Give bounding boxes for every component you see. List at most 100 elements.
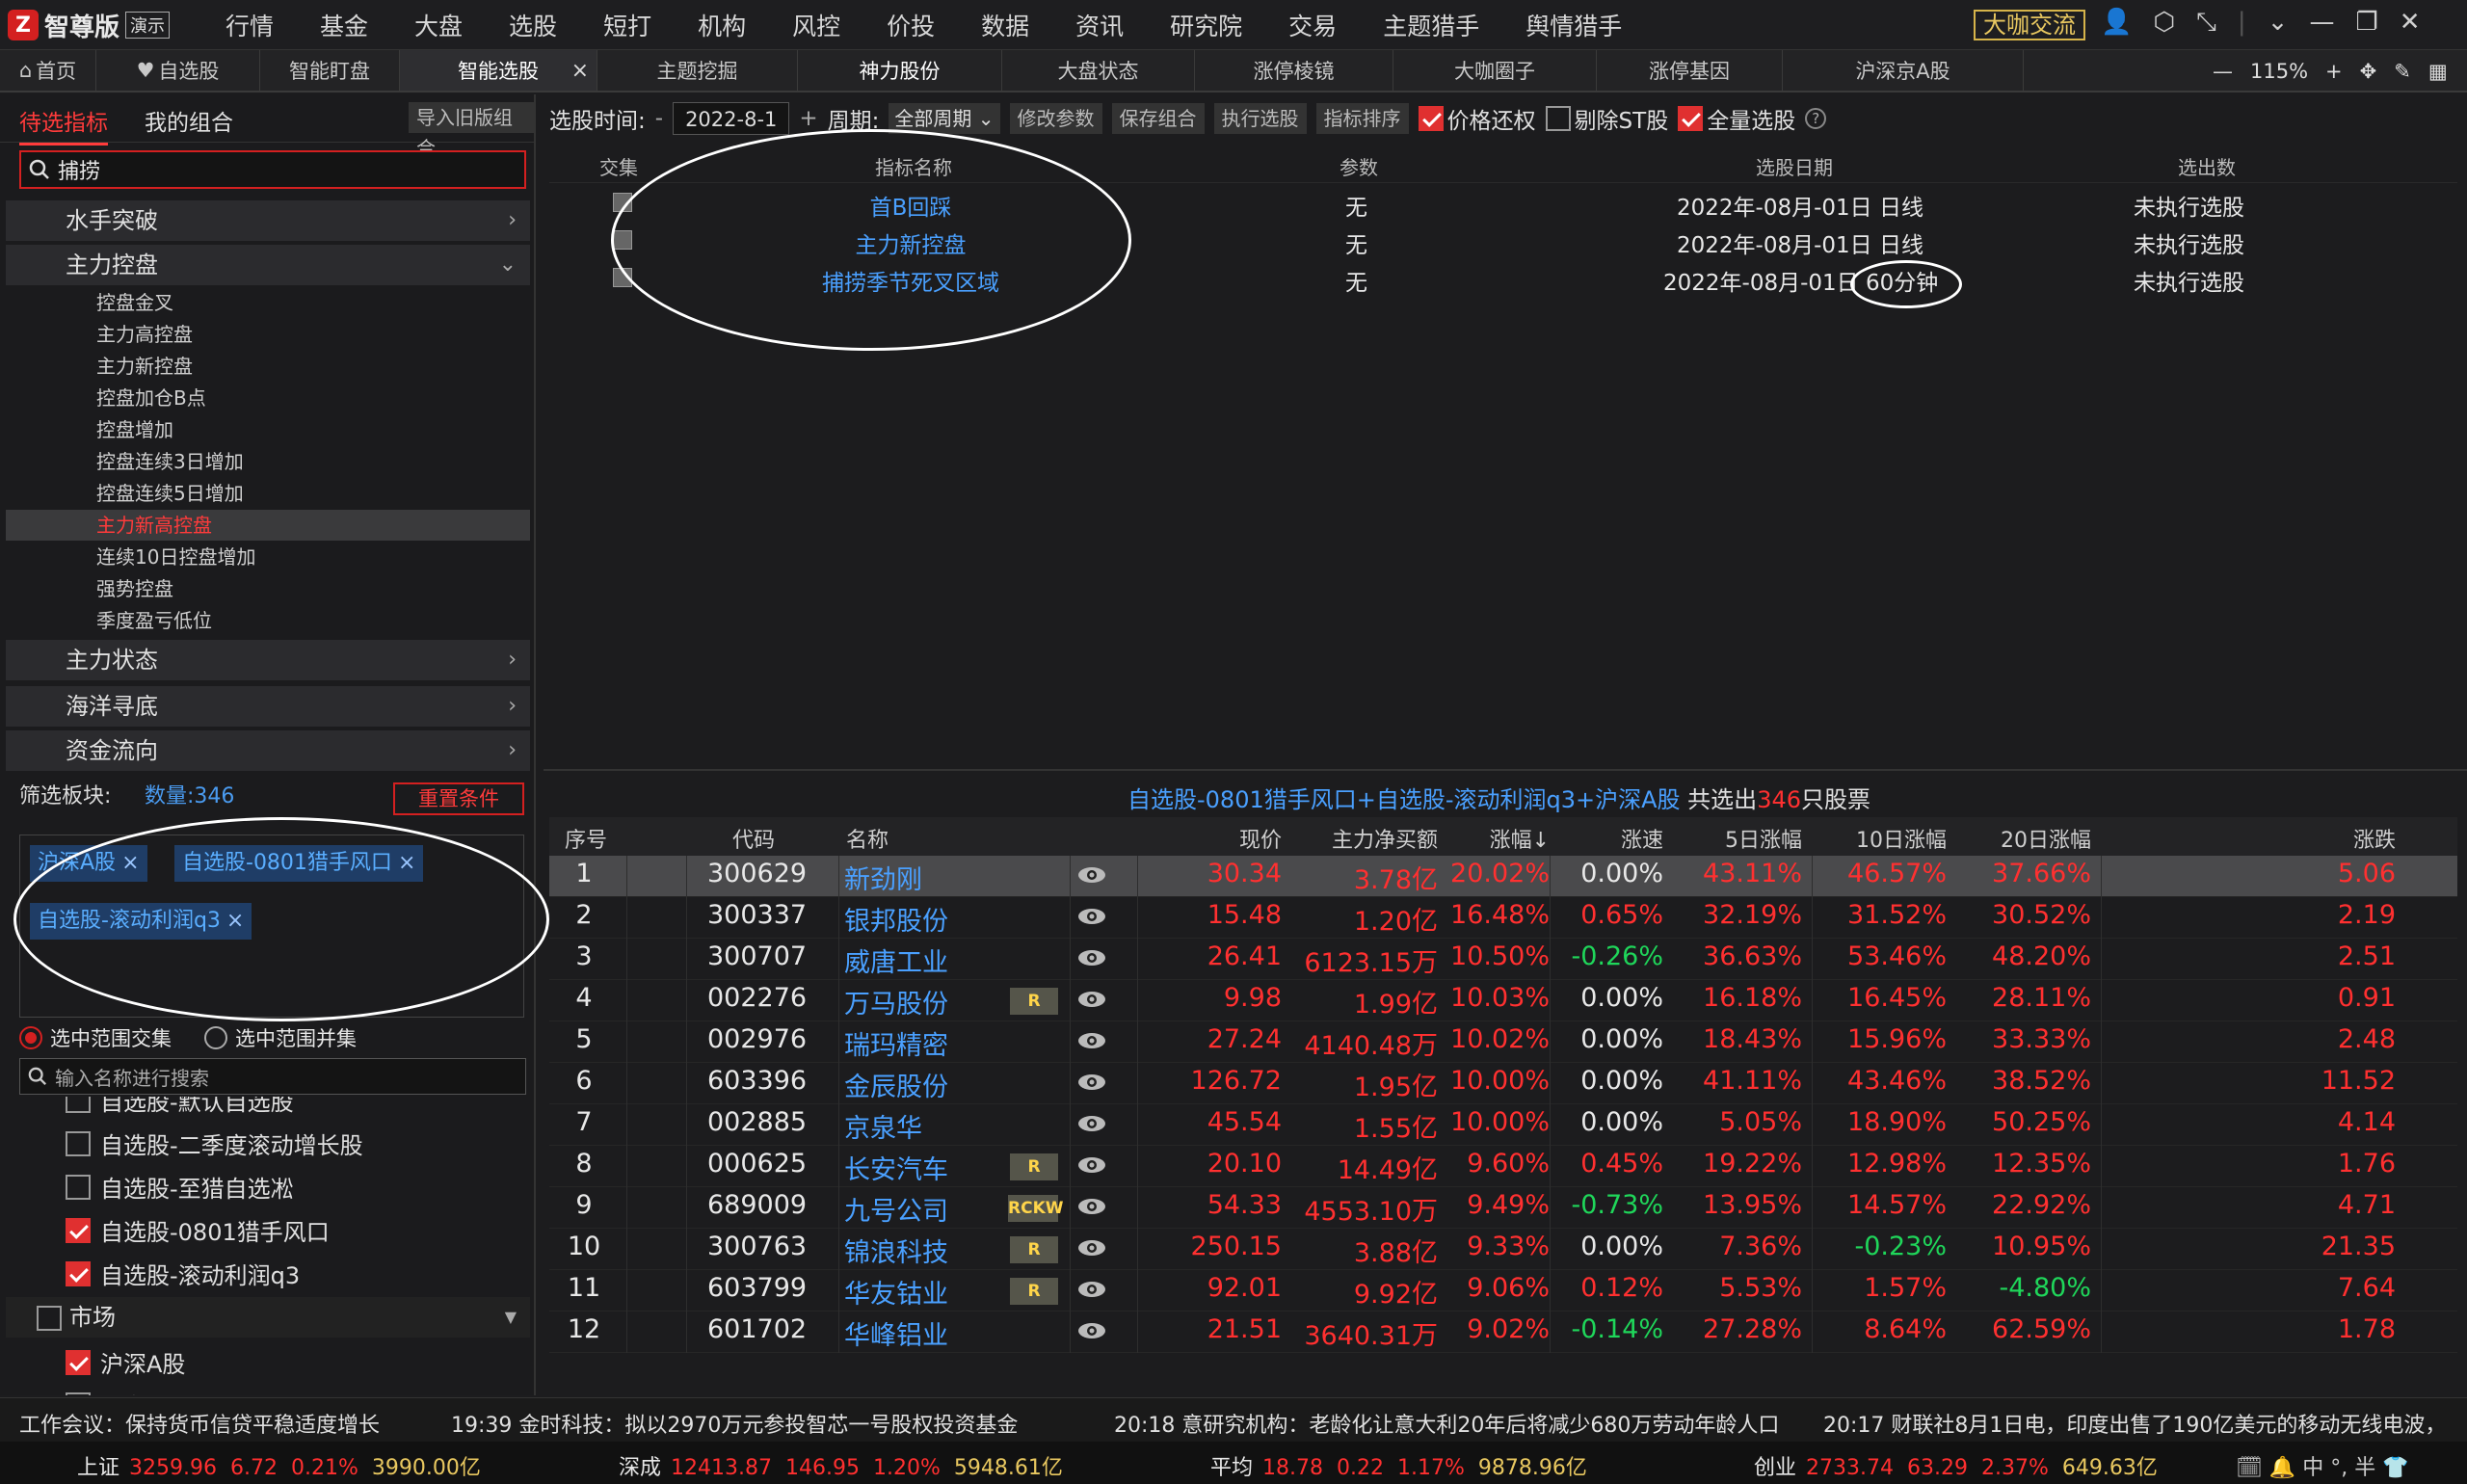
indicator-search-input[interactable]: 捕捞 (19, 150, 526, 189)
stock-name[interactable]: 京泉华 (844, 1107, 922, 1145)
category-2[interactable]: 主力状态 › (6, 640, 530, 680)
col-updown[interactable]: 涨跌 (2303, 823, 2396, 854)
menu-item[interactable]: 价投 (863, 8, 958, 42)
close-icon[interactable]: ✕ (2400, 8, 2421, 38)
eye-icon[interactable] (1077, 1238, 1106, 1258)
tab-2[interactable]: 智能盯盘 (260, 50, 400, 91)
daka-button[interactable]: 大咖交流 (1974, 10, 2085, 40)
menu-item[interactable]: 主题猎手 (1360, 8, 1502, 42)
table-row[interactable]: 2 300337 银邦股份 15.48 1.20亿 16.48% 0.65% 32.19% 31… (549, 897, 2457, 939)
stock-name[interactable]: 九号公司 (844, 1190, 948, 1228)
tab-10[interactable]: 沪深京A股 (1783, 50, 2024, 91)
sector-list-item[interactable]: 自选股-滚动利润q3 (66, 1257, 300, 1290)
col-change[interactable]: 涨幅↓ (1426, 823, 1550, 854)
col-seq[interactable]: 序号 (565, 823, 607, 854)
table-row[interactable]: 4 002276 万马股份 R 9.98 1.99亿 10.03% 0.00% 16.18% 16… (549, 980, 2457, 1021)
category-0[interactable]: 水手突破 › (6, 200, 530, 241)
table-row[interactable]: 5 002976 瑞玛精密 27.24 4140.48万 10.02% 0.00% 18.43… (549, 1021, 2457, 1063)
tab-9[interactable]: 涨停基因 (1597, 50, 1783, 91)
stock-name[interactable]: 威唐工业 (844, 941, 948, 979)
tab-1[interactable]: ♥ 自选股 (96, 50, 260, 91)
menu-item[interactable]: 交易 (1265, 8, 1360, 42)
table-row[interactable]: 1 300629 新劲刚 30.34 3.78亿 20.02% 0.00% 43.11% 46.… (549, 856, 2457, 897)
stock-name[interactable]: 金辰股份 (844, 1066, 948, 1103)
tab-5[interactable]: 神力股份 (798, 50, 1002, 91)
news-item[interactable]: 20:18 意研究机构：老龄化让意大利20年后将减少680万劳动年龄人口 (1114, 1408, 1779, 1439)
table-row[interactable]: 7 002885 京泉华 45.54 1.55亿 10.00% 0.00% 5.05% 18.9… (549, 1104, 2457, 1146)
date-minus[interactable]: - (655, 106, 663, 131)
checkbox[interactable] (66, 1130, 91, 1156)
tab-7[interactable]: 涨停棱镜 (1195, 50, 1393, 91)
tab-8[interactable]: 大咖圈子 (1393, 50, 1597, 91)
menu-item[interactable]: 舆情猎手 (1502, 8, 1645, 42)
eye-icon[interactable] (1077, 1197, 1106, 1216)
eye-icon[interactable] (1077, 907, 1106, 926)
shrink-icon[interactable]: ⤡ (2196, 8, 2216, 38)
category-3[interactable]: 海洋寻底 › (6, 686, 530, 727)
sector-list-item[interactable]: 自选股-0801猎手风口 (66, 1213, 330, 1247)
indicator-item[interactable]: 控盘增加 (96, 414, 173, 446)
close-icon[interactable]: × (571, 59, 589, 83)
category-4[interactable]: 资金流向 › (6, 730, 530, 771)
zoom-in-icon[interactable]: + (2325, 60, 2343, 83)
modify-params-button[interactable]: 修改参数 (1009, 103, 1102, 134)
menu-item[interactable]: 数据 (958, 8, 1052, 42)
category-1[interactable]: 主力控盘 ⌄ (6, 245, 530, 285)
zoom-out-icon[interactable]: — (2213, 60, 2233, 83)
table-row[interactable]: 9 689009 九号公司 RCKW 54.33 4553.10万 9.49% -0.73% 1… (549, 1187, 2457, 1229)
stock-name[interactable]: 万马股份 (844, 983, 948, 1020)
reset-conditions-button[interactable]: 重置条件 (393, 782, 524, 815)
menu-item[interactable]: 短打 (580, 8, 675, 42)
name-search-input[interactable]: 输入名称进行搜索 (19, 1058, 526, 1095)
settings-icon[interactable]: ⬡ (2153, 8, 2175, 38)
tab-my-combo[interactable]: 我的组合 (145, 104, 233, 137)
sector-list-item[interactable]: 自选股-二季度滚动增长股 (66, 1126, 363, 1160)
eye-icon[interactable] (1077, 948, 1106, 967)
tab-4[interactable]: 主题挖掘 (597, 50, 798, 91)
indicator-item[interactable]: 控盘连续3日增加 (96, 446, 244, 478)
col-name[interactable]: 名称 (846, 823, 889, 854)
indicator-item[interactable]: 连续10日控盘增加 (96, 542, 255, 573)
indicator-item[interactable]: 主力高控盘 (96, 319, 193, 351)
eye-icon[interactable] (1077, 1031, 1106, 1050)
run-pick-button[interactable]: 执行选股 (1213, 103, 1307, 134)
move-icon[interactable]: ✥ (2360, 60, 2377, 83)
stock-name[interactable]: 华友钴业 (844, 1273, 948, 1311)
menu-item[interactable]: 风控 (769, 8, 863, 42)
stock-name[interactable]: 新劲刚 (844, 859, 922, 896)
sector-list-item[interactable]: 上海A股 (66, 1388, 185, 1395)
checkbox[interactable] (66, 1174, 91, 1200)
col-10d[interactable]: 10日涨幅 (1802, 823, 1947, 854)
eye-icon[interactable] (1077, 1073, 1106, 1092)
tab-6[interactable]: 大盘状态 (1002, 50, 1195, 91)
menu-item[interactable]: 基金 (297, 8, 391, 42)
news-item[interactable]: 20:17 财联社8月1日电，印度出售了190亿美元的移动无线电波， (1823, 1408, 2446, 1439)
checkbox[interactable] (37, 1306, 62, 1331)
eye-icon[interactable] (1077, 1280, 1106, 1299)
table-row[interactable]: 11 603799 华友钴业 R 92.01 9.92亿 9.06% 0.12% 5.53% 1.… (549, 1270, 2457, 1312)
tab-3[interactable]: 智能选股 × (400, 50, 597, 91)
tab-pending-indicators[interactable]: 待选指标 (19, 104, 108, 146)
market-category[interactable]: 市场 ▼ (6, 1297, 530, 1338)
table-row[interactable]: 6 603396 金辰股份 126.72 1.95亿 10.00% 0.00% 41.11% 4… (549, 1063, 2457, 1104)
edit-icon[interactable]: ✎ (2394, 60, 2411, 83)
import-old-combo-button[interactable]: 导入旧版组合 (409, 102, 536, 160)
tab-0[interactable]: ⌂ 首页 (0, 50, 96, 91)
table-row[interactable]: 12 601702 华峰铝业 21.51 3640.31万 9.02% -0.14% 27.2… (549, 1312, 2457, 1353)
menu-item[interactable]: 机构 (675, 8, 769, 42)
layout-icon[interactable]: ▦ (2428, 60, 2448, 83)
table-row[interactable]: 10 300763 锦浪科技 R 250.15 3.88亿 9.33% 0.00% 7.36% -… (549, 1229, 2457, 1270)
index-item[interactable]: 平均 18.78 0.22 1.17% 9878.96亿 (1210, 1450, 1587, 1481)
radio-union[interactable]: 选中范围并集 (204, 1023, 357, 1052)
checkbox[interactable] (66, 1097, 91, 1113)
eye-icon[interactable] (1077, 1321, 1106, 1340)
news-item[interactable]: 19:39 金时科技：拟以2970万元参投智芯一号股权投资基金 (451, 1408, 1018, 1439)
eye-icon[interactable] (1077, 1114, 1106, 1133)
panel-splitter[interactable] (544, 769, 2467, 771)
stock-name[interactable]: 华峰铝业 (844, 1314, 948, 1352)
sector-list-item[interactable]: 自选股-默认自选股 (66, 1097, 294, 1117)
col-speed[interactable]: 涨速 (1561, 823, 1663, 854)
pick-date-input[interactable]: 2022-8-1 (673, 102, 790, 135)
price-restore-checkbox[interactable]: 价格还权 (1418, 102, 1536, 135)
checkbox[interactable] (66, 1391, 91, 1395)
